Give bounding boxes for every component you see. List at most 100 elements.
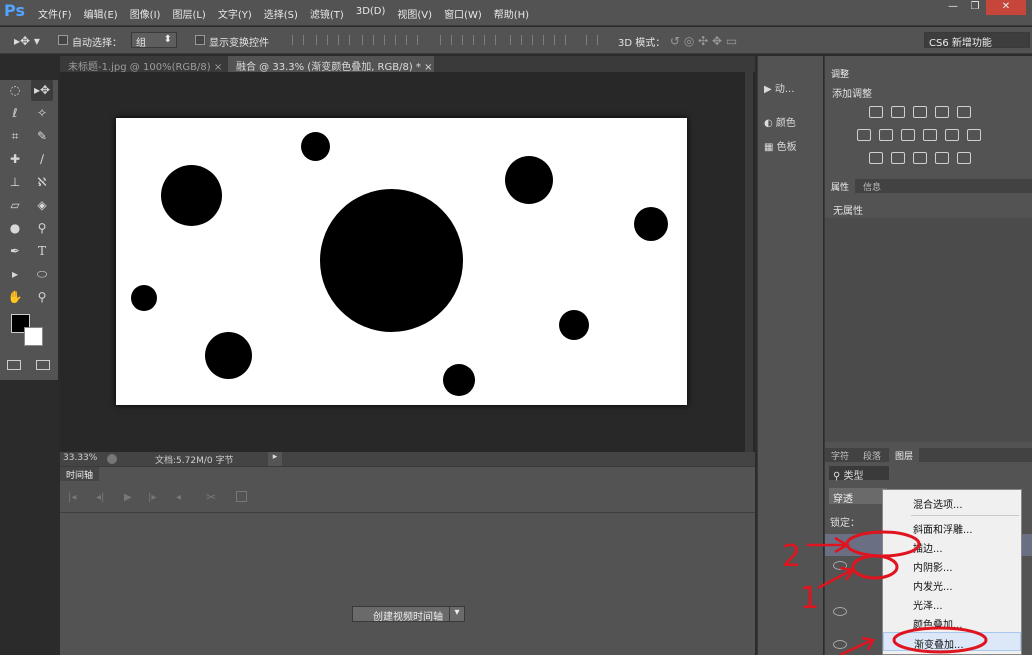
auto-select-dropdown[interactable]: 组 ⬍ bbox=[131, 32, 177, 49]
menu-bevel-emboss[interactable]: 斜面和浮雕... bbox=[883, 518, 1021, 537]
transition-icon[interactable] bbox=[236, 491, 247, 502]
scissors-icon[interactable]: ✂ bbox=[206, 490, 216, 504]
align-top-icon[interactable] bbox=[292, 35, 304, 45]
menu-stroke[interactable]: 描边... bbox=[883, 537, 1021, 556]
threshold-icon[interactable] bbox=[913, 152, 927, 164]
menu-3d[interactable]: 3D(D) bbox=[356, 6, 394, 21]
zoom-tool-icon[interactable]: ⚲ bbox=[31, 287, 53, 308]
menu-satin[interactable]: 光泽... bbox=[883, 594, 1021, 613]
posterize-icon[interactable] bbox=[891, 152, 905, 164]
exposure-icon[interactable] bbox=[935, 106, 949, 118]
hand-tool-icon[interactable]: ✋ bbox=[4, 287, 26, 308]
tab-character[interactable]: 字符 bbox=[825, 448, 856, 462]
visibility-eye-icon[interactable] bbox=[833, 561, 847, 570]
align-hcenter-icon[interactable] bbox=[384, 35, 396, 45]
gradient-map-icon[interactable] bbox=[957, 152, 971, 164]
timeline-tab[interactable]: 时间轴 bbox=[60, 467, 100, 481]
actions-panel-button[interactable]: ▶ 动... bbox=[764, 80, 794, 95]
curves-icon[interactable] bbox=[913, 106, 927, 118]
blur-tool-icon[interactable]: ● bbox=[4, 218, 26, 239]
color-panel-button[interactable]: ◐ 颜色 bbox=[764, 114, 796, 129]
tab-fusion[interactable]: 融合 @ 33.3% (渐变颜色叠加, RGB/8) * × bbox=[228, 56, 434, 73]
move-tool-icon[interactable]: ▸✥ ▾ bbox=[14, 34, 40, 48]
screen-mode-icon[interactable] bbox=[36, 360, 50, 370]
menu-file[interactable]: 文件(F) bbox=[38, 6, 80, 21]
type-tool-icon[interactable]: T bbox=[31, 241, 53, 262]
black-white-icon[interactable] bbox=[901, 129, 915, 141]
distribute-left-icon[interactable] bbox=[510, 35, 522, 45]
show-transform-checkbox[interactable] bbox=[195, 35, 205, 45]
eraser-tool-icon[interactable]: ▱ bbox=[4, 195, 26, 216]
auto-align-icon[interactable] bbox=[586, 35, 598, 45]
swatches-panel-button[interactable]: ▦ 色板 bbox=[764, 138, 797, 153]
first-frame-icon[interactable]: |◂ bbox=[68, 492, 76, 503]
color-lookup-icon[interactable] bbox=[967, 129, 981, 141]
tab-layers[interactable]: 图层 bbox=[889, 448, 920, 462]
vibrance-icon[interactable] bbox=[957, 106, 971, 118]
eyedropper-tool-icon[interactable]: ✎ bbox=[31, 126, 53, 147]
vertical-scrollbar[interactable] bbox=[745, 72, 753, 452]
distribute-top-icon[interactable] bbox=[440, 35, 452, 45]
next-frame-icon[interactable]: |▸ bbox=[148, 492, 156, 503]
visibility-eye-icon[interactable] bbox=[833, 640, 847, 649]
distribute-vcenter-icon[interactable] bbox=[462, 35, 474, 45]
status-info-icon[interactable] bbox=[107, 454, 117, 464]
lasso-tool-icon[interactable]: ℓ bbox=[4, 103, 26, 124]
prev-frame-icon[interactable]: ◂| bbox=[96, 492, 104, 503]
tab-paragraph[interactable]: 段落 bbox=[857, 448, 888, 462]
menu-layer[interactable]: 图层(L) bbox=[172, 6, 213, 21]
menu-inner-shadow[interactable]: 内阴影... bbox=[883, 556, 1021, 575]
history-brush-tool-icon[interactable]: ℵ bbox=[31, 172, 53, 193]
menu-type[interactable]: 文字(Y) bbox=[218, 6, 260, 21]
distribute-bottom-icon[interactable] bbox=[484, 35, 496, 45]
ellipse-tool-icon[interactable]: ⬭ bbox=[31, 264, 53, 285]
channel-mixer-icon[interactable] bbox=[945, 129, 959, 141]
3d-tools-icons[interactable]: ↺ ◎ ✣ ✥ ▭ bbox=[670, 34, 737, 48]
timeline-options-arrow-icon[interactable]: ▾ bbox=[449, 606, 465, 622]
color-balance-icon[interactable] bbox=[879, 129, 893, 141]
canvas-area[interactable] bbox=[60, 72, 755, 452]
healing-brush-tool-icon[interactable]: ✚ bbox=[4, 149, 26, 170]
document-canvas[interactable] bbox=[116, 118, 687, 405]
levels-icon[interactable] bbox=[891, 106, 905, 118]
status-menu-arrow-icon[interactable]: ▸ bbox=[268, 452, 282, 466]
menu-window[interactable]: 窗口(W) bbox=[444, 6, 490, 21]
menu-image[interactable]: 图像(I) bbox=[130, 6, 169, 21]
close-button[interactable]: ✕ bbox=[986, 0, 1026, 15]
paint-bucket-tool-icon[interactable]: ◈ bbox=[31, 195, 53, 216]
menu-inner-glow[interactable]: 内发光... bbox=[883, 575, 1021, 594]
menu-help[interactable]: 帮助(H) bbox=[494, 6, 537, 21]
minimize-button[interactable]: — bbox=[942, 0, 964, 15]
menu-blending-options[interactable]: 混合选项... bbox=[883, 493, 1021, 512]
move-tool-icon[interactable]: ▸✥ bbox=[31, 80, 53, 101]
marquee-tool-icon[interactable]: ◌ bbox=[4, 80, 26, 101]
brightness-icon[interactable] bbox=[869, 106, 883, 118]
workspace-dropdown[interactable]: CS6 新增功能 bbox=[924, 32, 1030, 49]
audio-icon[interactable]: ◂ bbox=[176, 492, 181, 503]
crop-tool-icon[interactable]: ⌗ bbox=[4, 126, 26, 147]
hue-saturation-icon[interactable] bbox=[857, 129, 871, 141]
menu-select[interactable]: 选择(S) bbox=[264, 6, 306, 21]
align-right-icon[interactable] bbox=[406, 35, 418, 45]
menu-color-overlay[interactable]: 颜色叠加... bbox=[883, 613, 1021, 632]
magic-wand-tool-icon[interactable]: ✧ bbox=[31, 103, 53, 124]
selective-color-icon[interactable] bbox=[935, 152, 949, 164]
menu-filter[interactable]: 滤镜(T) bbox=[310, 6, 352, 21]
align-bottom-icon[interactable] bbox=[338, 35, 350, 45]
layer-filter-dropdown[interactable]: ⚲ 类型 bbox=[829, 466, 889, 482]
distribute-hcenter-icon[interactable] bbox=[532, 35, 544, 45]
path-selection-tool-icon[interactable]: ▸ bbox=[4, 264, 26, 285]
play-icon[interactable]: ▶ bbox=[124, 492, 132, 503]
photo-filter-icon[interactable] bbox=[923, 129, 937, 141]
restore-button[interactable]: ❐ bbox=[964, 0, 986, 15]
distribute-right-icon[interactable] bbox=[554, 35, 566, 45]
tab-info[interactable]: 信息 bbox=[857, 179, 888, 193]
visibility-eye-icon[interactable] bbox=[833, 607, 847, 616]
clone-stamp-tool-icon[interactable]: ⊥ bbox=[4, 172, 26, 193]
zoom-level[interactable]: 33.33% bbox=[63, 453, 97, 463]
background-color-swatch[interactable] bbox=[24, 327, 43, 346]
dodge-tool-icon[interactable]: ⚲ bbox=[31, 218, 53, 239]
auto-select-checkbox[interactable] bbox=[58, 35, 68, 45]
align-vcenter-icon[interactable] bbox=[316, 35, 328, 45]
tab-properties[interactable]: 属性 bbox=[825, 179, 856, 193]
